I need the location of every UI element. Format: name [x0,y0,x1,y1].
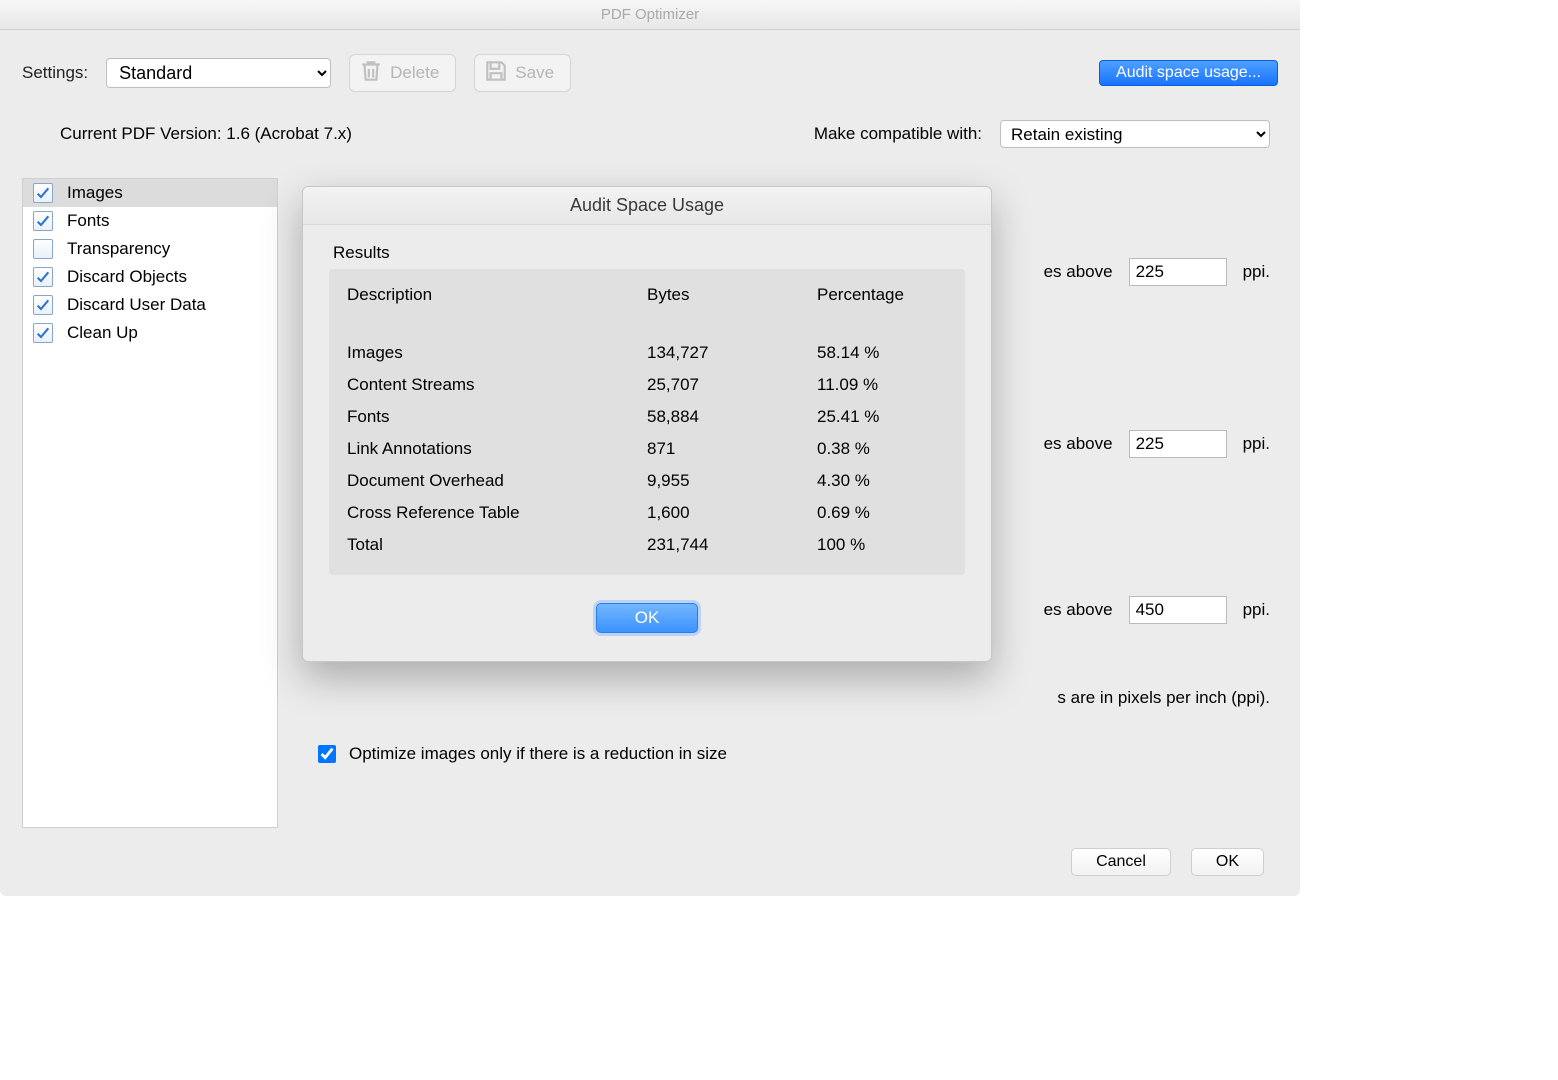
results-header: Description Bytes Percentage [347,279,947,311]
optimize-only-label: Optimize images only if there is a reduc… [349,744,727,764]
sidebar-checkbox[interactable] [33,211,53,231]
optimize-only-checkbox[interactable] [318,745,336,763]
sidebar-checkbox[interactable] [33,239,53,259]
modal-title: Audit Space Usage [303,187,991,225]
ppi-input-3[interactable] [1129,596,1227,624]
cell-description: Link Annotations [347,439,647,459]
ppi-row-3: es above ppi. [1044,596,1270,624]
cell-percentage: 4.30 % [817,471,947,491]
col-percentage: Percentage [817,285,947,305]
cell-percentage: 100 % [817,535,947,555]
sidebar-checkbox[interactable] [33,183,53,203]
col-description: Description [347,285,647,305]
optimize-only-if-reduction-row: Optimize images only if there is a reduc… [314,742,727,766]
sidebar-item-label: Discard Objects [67,267,187,287]
modal-body: Results Description Bytes Percentage Ima… [303,225,991,661]
make-compatible-select[interactable]: Retain existing [1000,120,1270,148]
cell-percentage: 58.14 % [817,343,947,363]
floppy-icon [483,58,509,89]
delete-button: Delete [349,54,456,92]
sidebar-item-images[interactable]: Images [23,179,277,207]
audit-space-usage-button[interactable]: Audit space usage... [1099,60,1278,86]
cell-percentage: 0.69 % [817,503,947,523]
audit-space-usage-dialog: Audit Space Usage Results Description By… [302,186,992,662]
results-label: Results [329,243,965,269]
results-row: Cross Reference Table1,6000.69 % [347,497,947,529]
sidebar-item-discard-objects[interactable]: Discard Objects [23,263,277,291]
cell-bytes: 871 [647,439,817,459]
settings-select[interactable]: Standard [106,58,331,88]
results-table: Description Bytes Percentage Images134,7… [329,269,965,575]
results-row: Total231,744100 % [347,529,947,561]
save-label: Save [515,63,554,83]
cancel-button[interactable]: Cancel [1071,848,1171,876]
ppi-unit: ppi. [1243,434,1270,454]
above-fragment: es above [1044,262,1113,282]
make-compatible-label: Make compatible with: [814,124,1000,144]
sidebar-checkbox[interactable] [33,295,53,315]
ppi-note: s are in pixels per inch (ppi). [1057,688,1270,708]
cell-bytes: 1,600 [647,503,817,523]
cell-bytes: 25,707 [647,375,817,395]
modal-ok-button[interactable]: OK [596,603,699,633]
cell-bytes: 9,955 [647,471,817,491]
toolbar: Settings: Standard Delete Save Audit spa… [0,30,1300,102]
sidebar-item-transparency[interactable]: Transparency [23,235,277,263]
cell-bytes: 231,744 [647,535,817,555]
ppi-row-1: es above ppi. [1044,258,1270,286]
cell-description: Total [347,535,647,555]
version-row: Current PDF Version: 1.6 (Acrobat 7.x) M… [0,102,1300,158]
save-button: Save [474,54,571,92]
category-sidebar: Images Fonts Transparency Discard Objects Di… [22,178,278,828]
results-row: Document Overhead9,9554.30 % [347,465,947,497]
pdf-optimizer-window: PDF Optimizer Settings: Standard Delete … [0,0,1300,896]
cell-description: Fonts [347,407,647,427]
sidebar-item-label: Fonts [67,211,110,231]
sidebar-item-label: Images [67,183,123,203]
sidebar-checkbox[interactable] [33,323,53,343]
ppi-input-1[interactable] [1129,258,1227,286]
sidebar-item-label: Discard User Data [67,295,206,315]
cell-description: Document Overhead [347,471,647,491]
results-row: Link Annotations8710.38 % [347,433,947,465]
results-row: Images134,72758.14 % [347,337,947,369]
cell-percentage: 0.38 % [817,439,947,459]
sidebar-item-label: Clean Up [67,323,138,343]
cell-percentage: 11.09 % [817,375,947,395]
ok-button[interactable]: OK [1191,848,1264,876]
current-pdf-version-label: Current PDF Version: 1.6 (Acrobat 7.x) [60,124,352,144]
results-row: Content Streams25,70711.09 % [347,369,947,401]
cell-description: Content Streams [347,375,647,395]
above-fragment: es above [1044,434,1113,454]
cell-bytes: 58,884 [647,407,817,427]
ppi-unit: ppi. [1243,262,1270,282]
sidebar-item-discard-user-data[interactable]: Discard User Data [23,291,277,319]
sidebar-item-clean-up[interactable]: Clean Up [23,319,277,347]
trash-icon [358,58,384,89]
cell-description: Cross Reference Table [347,503,647,523]
sidebar-item-fonts[interactable]: Fonts [23,207,277,235]
col-bytes: Bytes [647,285,817,305]
sidebar-checkbox[interactable] [33,267,53,287]
results-row: Fonts58,88425.41 % [347,401,947,433]
above-fragment: es above [1044,600,1113,620]
ppi-unit: ppi. [1243,600,1270,620]
cell-percentage: 25.41 % [817,407,947,427]
cell-description: Images [347,343,647,363]
dialog-footer: Cancel OK [0,828,1300,876]
settings-label: Settings: [22,63,88,83]
cell-bytes: 134,727 [647,343,817,363]
delete-label: Delete [390,63,439,83]
ppi-input-2[interactable] [1129,430,1227,458]
window-title: PDF Optimizer [0,0,1300,30]
sidebar-item-label: Transparency [67,239,170,259]
ppi-row-2: es above ppi. [1044,430,1270,458]
